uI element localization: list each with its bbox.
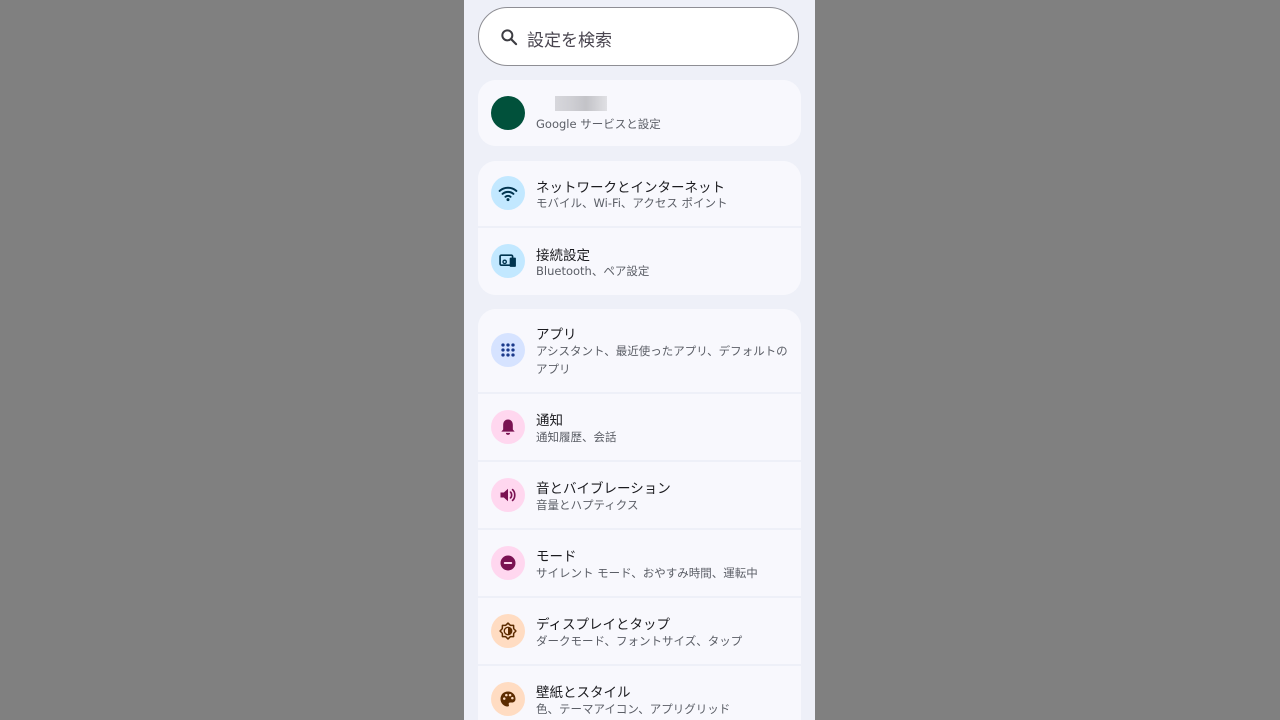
settings-item-subtitle: アシスタント、最近使ったアプリ、デフォルトのアプリ	[536, 344, 788, 376]
search-icon	[501, 29, 518, 46]
settings-item-subtitle: 色、テーマアイコン、アプリグリッド	[536, 702, 731, 716]
bell-icon	[491, 410, 525, 444]
settings-item-sound[interactable]: 音とバイブレーション 音量とハプティクス	[478, 462, 801, 530]
settings-item-notifications[interactable]: 通知 通知履歴、会話	[478, 394, 801, 462]
avatar	[491, 96, 525, 130]
settings-item-title: 音とバイブレーション	[536, 481, 671, 497]
settings-item-title: モード	[536, 549, 577, 565]
settings-item-connected-devices[interactable]: 接続設定 Bluetooth、ペア設定	[478, 228, 801, 295]
settings-item-subtitle: Bluetooth、ペア設定	[536, 264, 650, 278]
settings-item-subtitle: ダークモード、フォントサイズ、タップ	[536, 634, 743, 648]
settings-item-title: 接続設定	[536, 248, 590, 264]
brightness-icon	[491, 614, 525, 648]
settings-item-display[interactable]: ディスプレイとタップ ダークモード、フォントサイズ、タップ	[478, 598, 801, 666]
settings-item-title: 通知	[536, 413, 563, 429]
settings-item-subtitle: 音量とハプティクス	[536, 498, 639, 512]
settings-item-title: ディスプレイとタップ	[536, 617, 671, 633]
wifi-icon	[491, 176, 525, 210]
settings-item-subtitle: モバイル、Wi-Fi、アクセス ポイント	[536, 196, 728, 210]
account-name-redacted	[555, 96, 607, 111]
settings-item-title: ネットワークとインターネット	[536, 180, 725, 196]
settings-group-connectivity: ネットワークとインターネット モバイル、Wi-Fi、アクセス ポイント 接続設定…	[478, 161, 801, 295]
settings-item-modes[interactable]: モード サイレント モード、おやすみ時間、運転中	[478, 530, 801, 598]
do-not-disturb-icon	[491, 546, 525, 580]
settings-item-subtitle: サイレント モード、おやすみ時間、運転中	[536, 566, 758, 580]
settings-item-apps[interactable]: アプリ アシスタント、最近使ったアプリ、デフォルトのアプリ	[478, 309, 801, 394]
settings-screen: 設定を検索 Google サービスと設定 ネットワークとインターネット モバイル…	[464, 0, 815, 720]
settings-item-subtitle: 通知履歴、会話	[536, 430, 617, 444]
search-placeholder: 設定を検索	[527, 31, 612, 51]
connected-devices-icon	[491, 244, 525, 278]
settings-item-title: アプリ	[536, 327, 577, 343]
account-row[interactable]: Google サービスと設定	[478, 80, 801, 146]
account-card[interactable]: Google サービスと設定	[478, 80, 801, 146]
apps-grid-icon	[491, 333, 525, 367]
palette-icon	[491, 682, 525, 716]
account-subtitle: Google サービスと設定	[536, 117, 661, 131]
search-bar[interactable]: 設定を検索	[478, 7, 799, 66]
volume-icon	[491, 478, 525, 512]
settings-group-device: アプリ アシスタント、最近使ったアプリ、デフォルトのアプリ 通知 通知履歴、会話	[478, 309, 801, 720]
settings-item-wallpaper[interactable]: 壁紙とスタイル 色、テーマアイコン、アプリグリッド	[478, 666, 801, 720]
settings-item-title: 壁紙とスタイル	[536, 685, 631, 701]
settings-item-network[interactable]: ネットワークとインターネット モバイル、Wi-Fi、アクセス ポイント	[478, 161, 801, 228]
